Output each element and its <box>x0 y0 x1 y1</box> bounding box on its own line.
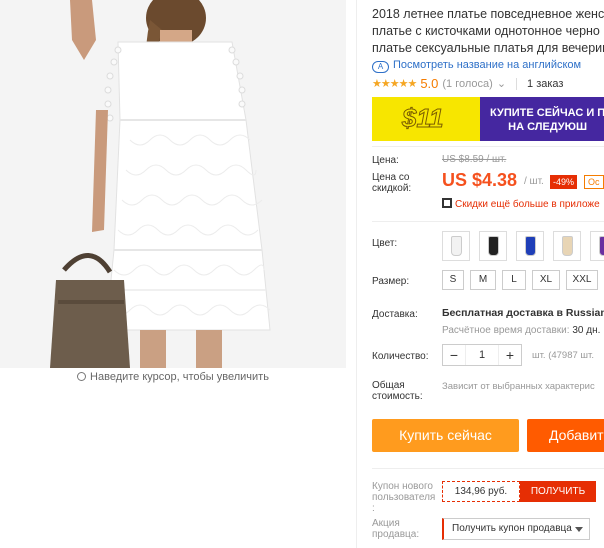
rating-votes-link[interactable]: (1 голоса) <box>442 78 492 90</box>
original-price: US $8.59 / шт. <box>442 154 507 165</box>
color-swatch-blue[interactable] <box>516 231 544 261</box>
size-options: S M L XL XXL <box>442 270 598 290</box>
new-user-coupon-value: 134,96 руб. <box>442 481 520 502</box>
swatch-dress-thumbnail <box>525 236 536 256</box>
total-value: Зависит от выбранных характерис <box>442 381 595 392</box>
translate-icon: A <box>372 61 389 73</box>
magnifier-icon <box>77 372 87 381</box>
seller-coupon-select[interactable]: Получить купон продавца <box>442 518 590 540</box>
swatch-dress-thumbnail <box>451 236 462 256</box>
separator <box>516 77 518 90</box>
discount-price-label: Цена со скидкой: <box>372 172 412 194</box>
size-label: Размер: <box>372 276 410 287</box>
swatch-dress-thumbnail <box>562 236 573 256</box>
vertical-divider <box>356 0 357 548</box>
title-line: платье сексуальные платья для вечерин <box>372 41 604 55</box>
quantity-decrement-button[interactable]: − <box>443 345 465 365</box>
translate-link-text[interactable]: Посмотреть название на английском <box>393 59 581 71</box>
promo-text: КУПИТЕ СЕЙЧАС И П НА СЛЕДУЮШ <box>490 106 604 134</box>
size-option-l[interactable]: L <box>502 270 526 290</box>
quantity-increment-button[interactable]: + <box>499 345 521 365</box>
size-option-m[interactable]: M <box>470 270 496 290</box>
discount-price: US $4.38 <box>442 170 518 190</box>
quantity-input[interactable]: 1 <box>465 345 499 365</box>
quantity-label: Количество: <box>372 351 429 362</box>
price-label: Цена: <box>372 155 399 166</box>
shipping-time-value: 30 дн. <box>572 325 601 336</box>
total-label: Общая стоимость: <box>372 380 423 402</box>
shipping-time-label: Расчётное время доставки: <box>442 325 570 336</box>
app-deal-link[interactable]: Скидки ещё больше в приложе <box>442 197 600 210</box>
zoom-hint: Наведите курсор, чтобы увеличить <box>0 371 346 383</box>
rating-score: 5.0 <box>420 76 439 91</box>
discount-badge: -49% <box>550 175 578 189</box>
promo-text-line: КУПИТЕ СЕЙЧАС И П <box>490 107 604 119</box>
title-line: 2018 летнее платье повседневное женск <box>372 7 604 21</box>
product-title: 2018 летнее платье повседневное женск пл… <box>372 6 604 57</box>
divider <box>372 221 604 222</box>
app-deal-text[interactable]: Скидки ещё больше в приложе <box>455 199 600 210</box>
swatch-dress-thumbnail <box>599 236 604 256</box>
color-swatch-white[interactable] <box>442 231 470 261</box>
size-option-s[interactable]: S <box>442 270 464 290</box>
quantity-stepper: − 1 + <box>442 344 522 366</box>
new-user-coupon-label: Купон нового пользователя : <box>372 481 436 514</box>
size-option-xl[interactable]: XL <box>532 270 560 290</box>
seller-coupon-select-text: Получить купон продавца <box>452 523 572 534</box>
stock-note: шт. (47987 шт. <box>532 350 594 361</box>
get-coupon-button[interactable]: ПОЛУЧИТЬ <box>520 481 596 502</box>
orders-count: 1 заказ <box>527 77 564 90</box>
divider <box>372 146 604 147</box>
swatch-dress-thumbnail <box>488 236 499 256</box>
seller-promo-label: Акция продавца: <box>372 518 420 540</box>
promo-text-line: НА СЛЕДУЮШ <box>508 121 588 133</box>
color-swatch-beige[interactable] <box>553 231 581 261</box>
product-info-panel: 2018 летнее платье повседневное женск пл… <box>372 0 604 548</box>
buy-now-button[interactable]: Купить сейчас <box>372 419 519 452</box>
add-to-cart-button[interactable]: Добавит <box>527 419 604 452</box>
title-line: платье с кисточками однотонное черно <box>372 24 600 38</box>
promo-banner[interactable]: $11 КУПИТЕ СЕЙЧАС И П НА СЛЕДУЮШ <box>372 97 604 141</box>
divider <box>372 468 604 469</box>
chevron-down-icon <box>575 527 583 532</box>
color-label: Цвет: <box>372 238 398 249</box>
dress-photo-illustration <box>0 0 346 368</box>
promo-amount: $11 <box>401 103 444 134</box>
price-unit: / шт. <box>524 176 544 187</box>
rating-row: ★★★★★ 5.0 (1 голоса) ⌄ 1 заказ <box>372 76 563 91</box>
star-rating-icon: ★★★★★ <box>372 78 417 90</box>
shipping-time: Расчётное время доставки: 30 дн. <box>442 325 600 336</box>
color-swatch-black[interactable] <box>479 231 507 261</box>
extra-badge: Ос <box>584 175 604 189</box>
size-option-xxl[interactable]: XXL <box>566 270 598 290</box>
chevron-down-icon[interactable]: ⌄ <box>497 77 506 90</box>
translate-link[interactable]: A Посмотреть название на английском <box>372 59 581 73</box>
color-swatch-purple[interactable] <box>590 231 604 261</box>
shipping-method[interactable]: Бесплатная доставка в Russian F <box>442 307 604 319</box>
qr-code-icon <box>442 198 452 208</box>
shipping-label: Доставка: <box>372 309 418 320</box>
zoom-hint-text: Наведите курсор, чтобы увеличить <box>90 371 269 383</box>
product-image[interactable] <box>0 0 346 368</box>
